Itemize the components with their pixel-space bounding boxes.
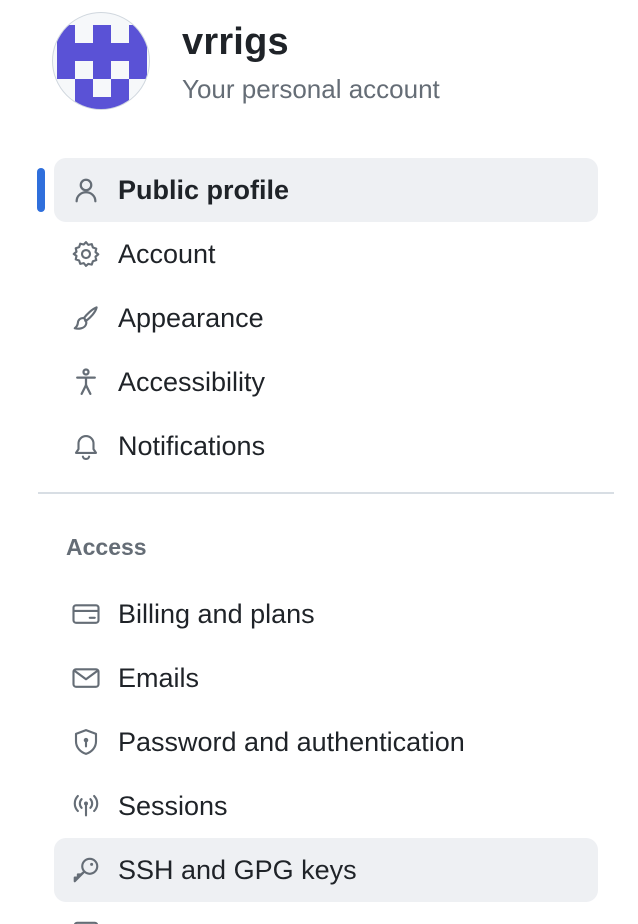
partial-icon — [70, 918, 102, 924]
nav-item-ssh-gpg-keys[interactable]: SSH and GPG keys — [54, 838, 598, 902]
bell-icon — [70, 430, 102, 462]
settings-sidebar-page: vrrigs Your personal account Public prof… — [0, 0, 638, 924]
nav-item-notifications[interactable]: Notifications — [54, 414, 598, 478]
gear-icon — [70, 238, 102, 270]
nav-item-label: Notifications — [118, 431, 266, 461]
accessibility-icon — [70, 366, 102, 398]
settings-nav-access: Billing and plans Emails Password and au… — [54, 582, 598, 924]
header-text: vrrigs Your personal account — [182, 20, 440, 106]
nav-item-label: Public profile — [118, 175, 290, 205]
nav-item-partial[interactable] — [54, 902, 598, 924]
nav-item-label: SSH and GPG keys — [118, 855, 357, 885]
nav-item-billing[interactable]: Billing and plans — [54, 582, 598, 646]
nav-item-appearance[interactable]: Appearance — [54, 286, 598, 350]
nav-item-label: Billing and plans — [118, 599, 315, 629]
account-header: vrrigs Your personal account — [52, 12, 440, 110]
paintbrush-icon — [70, 302, 102, 334]
nav-item-account[interactable]: Account — [54, 222, 598, 286]
key-icon — [70, 854, 102, 886]
nav-item-label: Emails — [118, 663, 200, 693]
nav-item-emails[interactable]: Emails — [54, 646, 598, 710]
shield-lock-icon — [70, 726, 102, 758]
nav-item-label: Password and authentication — [118, 727, 465, 757]
nav-divider — [38, 492, 614, 494]
active-indicator — [37, 168, 45, 212]
section-heading-access: Access — [66, 534, 147, 560]
nav-item-accessibility[interactable]: Accessibility — [54, 350, 598, 414]
username[interactable]: vrrigs — [182, 20, 440, 64]
account-subtitle: Your personal account — [182, 74, 440, 104]
nav-item-password-authentication[interactable]: Password and authentication — [54, 710, 598, 774]
nav-item-label: Accessibility — [118, 367, 266, 397]
settings-nav-primary: Public profile Account Appearance Access… — [37, 158, 598, 478]
nav-item-label: Sessions — [118, 791, 228, 821]
nav-item-sessions[interactable]: Sessions — [54, 774, 598, 838]
broadcast-icon — [70, 790, 102, 822]
nav-item-label: Account — [118, 239, 216, 269]
nav-item-label: Appearance — [118, 303, 264, 333]
mail-icon — [70, 662, 102, 694]
credit-card-icon — [70, 598, 102, 630]
avatar[interactable] — [52, 12, 150, 110]
person-icon — [70, 174, 102, 206]
nav-item-public-profile[interactable]: Public profile — [37, 158, 598, 222]
